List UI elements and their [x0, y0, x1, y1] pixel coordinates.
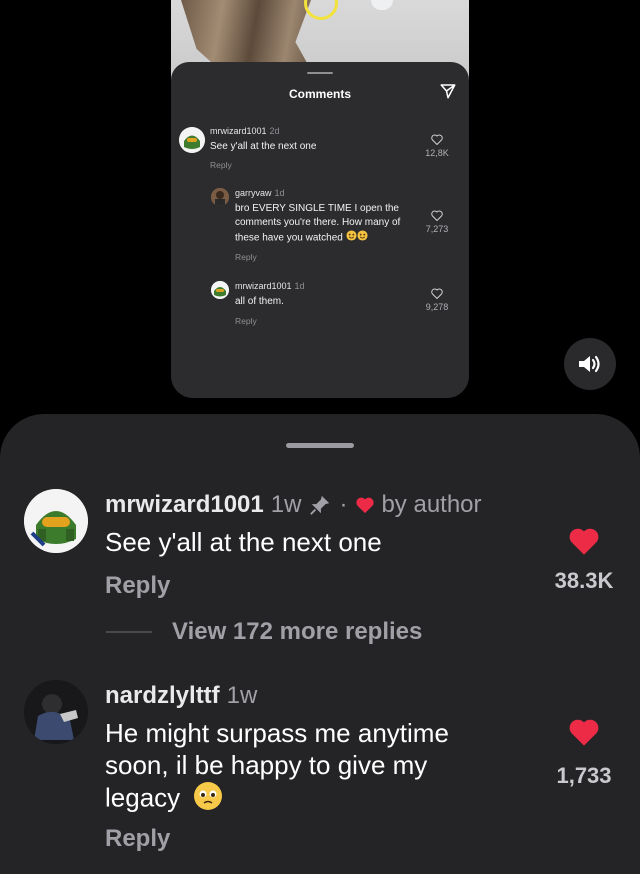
emoji-icon — [357, 230, 368, 246]
like-button[interactable]: 12,8K — [417, 134, 457, 158]
avatar[interactable] — [179, 127, 205, 153]
heart-filled-icon — [569, 528, 599, 555]
username[interactable]: mrwizard1001 — [105, 491, 264, 519]
comment-text: See y'all at the next one — [105, 527, 382, 557]
emoji-icon — [193, 781, 223, 818]
timestamp: 1w — [226, 682, 258, 709]
sheet-handle[interactable] — [307, 72, 333, 74]
view-more-replies[interactable]: View 172 more replies — [106, 618, 422, 646]
comment-text-word: legacy — [105, 782, 181, 813]
comment-text-content: bro EVERY SINGLE TIME I open the comment… — [235, 203, 401, 244]
heart-outline-icon — [431, 134, 443, 145]
avatar[interactable] — [24, 489, 88, 553]
comment-header: mrwizard1001 1w · by author — [105, 491, 482, 519]
panel-handle[interactable] — [286, 443, 354, 448]
timestamp: 1w — [270, 491, 302, 518]
like-count: 12,8K — [425, 148, 449, 158]
heart-filled-icon — [356, 497, 375, 514]
comment-meta: mrwizard1001 1d — [235, 281, 305, 291]
reply-button[interactable]: Reply — [235, 316, 257, 326]
avatar[interactable] — [211, 281, 229, 299]
reply-button[interactable]: Reply — [105, 825, 170, 853]
comment-text: He might surpass me anytime soon, il be … — [105, 717, 535, 818]
username[interactable]: nardzlylttf — [105, 682, 220, 710]
comment-header: nardzlylttf 1w — [105, 682, 257, 710]
like-button[interactable]: 38.3K — [544, 526, 624, 594]
emoji-icon — [346, 230, 357, 246]
heart-filled-icon — [569, 719, 599, 746]
reply-button[interactable]: Reply — [235, 252, 257, 262]
like-count: 38.3K — [554, 568, 614, 593]
username[interactable]: mrwizard1001 — [210, 126, 267, 136]
halo-image — [304, 0, 338, 20]
comments-panel: mrwizard1001 1w · by author See y'all at… — [0, 414, 640, 874]
timestamp: 2d — [269, 126, 280, 136]
separator: · — [339, 491, 348, 518]
like-button[interactable]: 1,733 — [544, 717, 624, 789]
username[interactable]: mrwizard1001 — [235, 281, 292, 291]
comment-meta: garryvaw 1d — [235, 188, 285, 198]
timestamp: 1d — [274, 188, 285, 198]
like-button[interactable]: 7,273 — [417, 210, 457, 234]
timestamp: 1d — [294, 281, 305, 291]
pin-icon — [310, 495, 330, 515]
comments-sheet: Comments mrwizard1001 2d See y'all at the… — [171, 62, 469, 398]
like-count: 1,733 — [556, 763, 612, 788]
reply-button[interactable]: Reply — [105, 572, 170, 600]
tree-trunk-image — [181, 0, 311, 70]
volume-button[interactable] — [564, 338, 616, 390]
reply-button[interactable]: Reply — [210, 160, 232, 170]
heart-outline-icon — [431, 288, 443, 299]
video-card[interactable]: Comments mrwizard1001 2d See y'all at the… — [171, 0, 469, 398]
like-count: 7,273 — [425, 224, 449, 234]
send-icon[interactable] — [439, 82, 457, 100]
like-button[interactable]: 9,278 — [417, 288, 457, 312]
comment-text: all of them. — [235, 296, 284, 307]
speaker-icon — [579, 355, 600, 373]
avatar[interactable] — [24, 680, 88, 744]
sheet-title: Comments — [288, 87, 351, 101]
hand-image — [371, 0, 393, 10]
comment-text-line: soon, il be happy to give my — [105, 750, 428, 780]
avatar[interactable] — [211, 188, 229, 206]
comment-text-line: legacy — [105, 781, 535, 818]
comment-meta: mrwizard1001 2d — [210, 126, 280, 136]
heart-outline-icon — [431, 210, 443, 221]
comment-text: bro EVERY SINGLE TIME I open the comment… — [235, 202, 419, 246]
comment-text: See y'all at the next one — [210, 141, 317, 152]
comment-text-line: He might surpass me anytime — [105, 718, 449, 748]
username[interactable]: garryvaw — [235, 188, 272, 198]
like-count: 9,278 — [425, 302, 449, 312]
divider — [106, 631, 152, 633]
view-more-label: View 172 more replies — [172, 618, 423, 645]
author-liked-badge: by author — [381, 491, 482, 518]
